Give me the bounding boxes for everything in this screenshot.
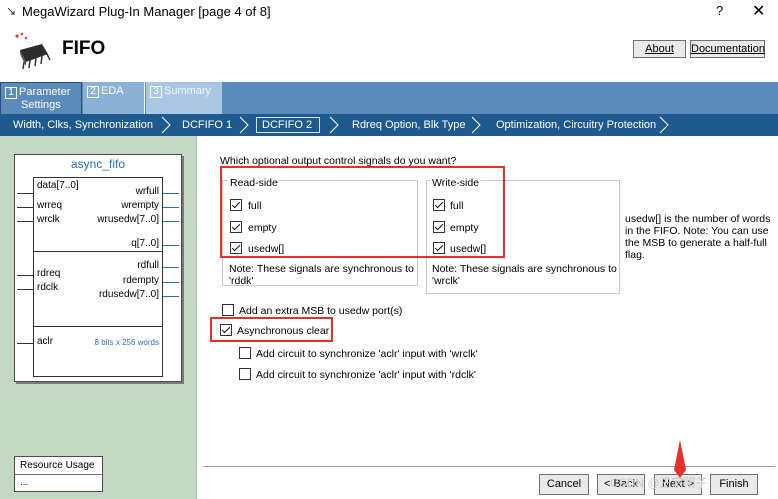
async-clear-checkbox[interactable] xyxy=(220,324,232,336)
wizard-header: FIFO About Documentation xyxy=(0,24,778,82)
breadcrumb-item[interactable]: DCFIFO 1 xyxy=(182,119,232,131)
sync-wrclk-label: Add circuit to synchronize 'aclr' input … xyxy=(256,348,478,360)
close-icon[interactable]: ✕ xyxy=(752,1,765,21)
sync-wrclk-checkbox[interactable] xyxy=(239,347,251,359)
tab-parameter-settings[interactable]: 1 Parameter Settings xyxy=(0,82,82,114)
pin-rdfull: rdfull xyxy=(137,260,159,271)
wire xyxy=(163,296,179,297)
pin-rdempty: rdempty xyxy=(122,275,159,286)
about-button[interactable]: About xyxy=(633,40,686,58)
symbol-divider xyxy=(34,326,162,327)
tab-bar: 1 Parameter Settings 2 EDA 3 Summary xyxy=(0,82,778,114)
chevron-right-icon xyxy=(659,116,669,134)
wire xyxy=(17,207,33,208)
async-clear-label: Asynchronous clear xyxy=(237,325,330,337)
tab-label: Parameter xyxy=(19,86,71,98)
title-bar: ↘ MegaWizard Plug-In Manager [page 4 of … xyxy=(0,0,778,24)
watermark: CSDN @王宗阳子 xyxy=(610,476,708,490)
wire xyxy=(163,245,179,246)
finish-button[interactable]: Finish xyxy=(710,474,758,495)
tab-label: EDA xyxy=(101,85,124,97)
pin-wrusedw: wrusedw[7..0] xyxy=(97,214,159,225)
wire xyxy=(163,207,179,208)
size-note: 8 bits x 256 words xyxy=(94,338,159,347)
pin-data: data[7..0] xyxy=(37,180,79,191)
pin-wrfull: wrfull xyxy=(135,186,159,197)
tab-number: 1 xyxy=(5,87,17,99)
fifo-symbol: async_fifo data[7..0] wrreq wrclk rdreq … xyxy=(14,154,182,382)
wire xyxy=(17,343,33,344)
symbol-pane: async_fifo data[7..0] wrreq wrclk rdreq … xyxy=(0,136,197,499)
chevron-right-icon xyxy=(329,116,339,134)
resource-usage-value: ... xyxy=(20,477,29,488)
wire xyxy=(17,193,33,194)
extra-msb-checkbox[interactable] xyxy=(222,304,234,316)
pin-wrclk: wrclk xyxy=(37,214,60,225)
tab-number: 3 xyxy=(150,86,162,98)
wire xyxy=(163,267,179,268)
help-icon[interactable]: ? xyxy=(716,3,723,18)
chevron-right-icon xyxy=(471,116,481,134)
pin-rdclk: rdclk xyxy=(37,282,59,293)
wire xyxy=(163,221,179,222)
pin-rdreq: rdreq xyxy=(37,268,61,279)
write-side-note: Note: These signals are synchronous to '… xyxy=(432,263,617,287)
pin-rdusedw: rdusedw[7..0] xyxy=(98,289,159,300)
symbol-title: async_fifo xyxy=(70,157,126,171)
wire xyxy=(163,282,179,283)
wire xyxy=(17,275,33,276)
tab-label: Summary xyxy=(164,85,212,97)
pin-aclr: aclr xyxy=(37,336,54,347)
cancel-button[interactable]: Cancel xyxy=(539,474,589,495)
arrow-down-icon xyxy=(674,440,686,478)
tab-eda[interactable]: 2 EDA xyxy=(83,82,145,114)
wire xyxy=(17,289,33,290)
tab-label: Settings xyxy=(21,99,61,111)
wire xyxy=(163,193,179,194)
tab-number: 2 xyxy=(87,86,99,98)
tab-summary[interactable]: 3 Summary xyxy=(146,82,222,114)
breadcrumb-item[interactable]: Width, Clks, Synchronization xyxy=(13,119,153,131)
resource-usage-box: Resource Usage ... xyxy=(14,456,103,492)
breadcrumb-item[interactable]: Rdreq Option, Blk Type xyxy=(352,119,466,131)
documentation-button[interactable]: Documentation xyxy=(690,40,765,58)
chip-icon xyxy=(15,32,51,70)
breadcrumb-item-current[interactable]: DCFIFO 2 xyxy=(262,119,312,131)
sync-rdclk-checkbox[interactable] xyxy=(239,368,251,380)
breadcrumb: Width, Clks, Synchronization DCFIFO 1 DC… xyxy=(0,114,778,136)
breadcrumb-item[interactable]: Optimization, Circuitry Protection xyxy=(496,119,656,131)
pin-wrreq: wrreq xyxy=(37,200,63,211)
symbol-divider xyxy=(34,251,162,252)
app-icon: ↘ xyxy=(6,4,17,18)
wire xyxy=(17,221,33,222)
symbol-body: data[7..0] wrreq wrclk rdreq rdclk aclr … xyxy=(33,177,163,377)
page-title: FIFO xyxy=(62,38,106,59)
resource-usage-title: Resource Usage xyxy=(15,457,102,475)
sync-rdclk-label: Add circuit to synchronize 'aclr' input … xyxy=(256,369,476,381)
chevron-right-icon xyxy=(239,116,249,134)
read-side-note: Note: These signals are synchronous to '… xyxy=(229,263,414,287)
parameter-form: Which optional output control signals do… xyxy=(197,136,778,499)
pin-wrempty: wrempty xyxy=(121,200,159,211)
chevron-right-icon xyxy=(161,116,171,134)
footer-divider xyxy=(203,466,775,467)
highlight-box xyxy=(220,166,505,258)
usedw-info: usedw[] is the number of words in the FI… xyxy=(625,213,771,261)
extra-msb-label: Add an extra MSB to usedw port(s) xyxy=(239,305,403,317)
pin-q: q[7..0] xyxy=(131,238,159,249)
window-title: MegaWizard Plug-In Manager [page 4 of 8] xyxy=(22,4,271,19)
